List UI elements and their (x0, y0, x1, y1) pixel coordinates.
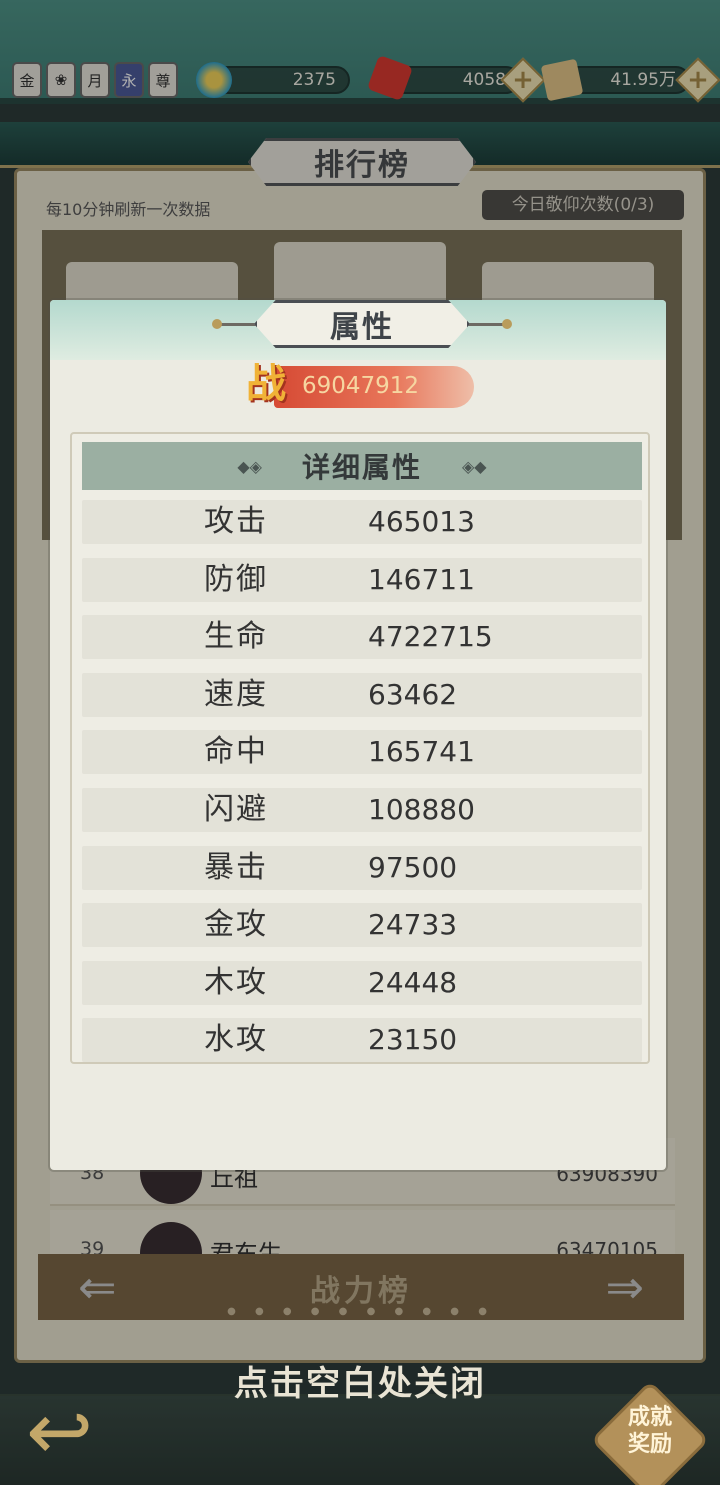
attribute-row: 命中 165741 (82, 730, 642, 775)
attribute-list[interactable]: 攻击 465013 防御 146711 生命 4722715 速度 63462 命中 16… (82, 500, 642, 1076)
achievement-label: 成就奖励 (627, 1405, 672, 1457)
attribute-name: 水攻 (204, 1022, 268, 1058)
attribute-value: 165741 (368, 735, 475, 769)
attribute-name: 暴击 (204, 849, 268, 885)
attribute-row: 速度 63462 (82, 672, 642, 717)
attribute-name: 生命 (204, 619, 268, 655)
detail-title: 详细属性 (301, 451, 422, 484)
attribute-name: 速度 (204, 676, 268, 712)
title-knob-icon (502, 319, 512, 329)
attribute-name: 攻击 (204, 504, 268, 539)
attribute-name: 金攻 (204, 907, 268, 943)
title-knob-icon (212, 319, 222, 329)
attribute-row: 木攻 24448 (82, 960, 642, 1005)
diamond-deco-icon: ◆◈ (237, 456, 262, 476)
attribute-value: 24733 (368, 908, 458, 942)
modal-title: 属性 (254, 300, 470, 348)
combat-power: 战 69047912 (246, 354, 496, 414)
attribute-value: 4722715 (368, 620, 493, 654)
close-hint[interactable]: 点击空白处关闭 (0, 1356, 720, 1405)
attribute-row: 防御 146711 (82, 557, 642, 602)
attribute-name: 闪避 (204, 791, 268, 827)
attribute-value: 146711 (368, 562, 475, 596)
attribute-row: 攻击 465013 (82, 500, 642, 544)
attribute-name: 木攻 (204, 964, 268, 1000)
attribute-value: 97500 (368, 850, 458, 884)
attribute-value: 465013 (368, 505, 475, 538)
attribute-row: 金攻 24733 (82, 903, 642, 948)
attribute-value: 23150 (368, 1023, 458, 1057)
title-divider (464, 323, 504, 326)
detail-header: ◆◈ 详细属性 ◈◆ (82, 442, 642, 490)
attribute-row: 暴击 97500 (82, 845, 642, 890)
attribute-modal: 属性 战 69047912 ◆◈ 详细属性 ◈◆ 攻击 465013 防御 1467… (50, 300, 666, 1170)
detail-attributes-box: ◆◈ 详细属性 ◈◆ 攻击 465013 防御 146711 生命 4722715 速… (70, 432, 650, 1064)
attribute-name: 防御 (204, 561, 268, 597)
diamond-deco-icon: ◈◆ (462, 456, 487, 476)
attribute-row: 水攻 23150 (82, 1018, 642, 1063)
attribute-name: 命中 (204, 734, 268, 770)
power-value: 69047912 (302, 373, 420, 399)
attribute-row: 生命 4722715 (82, 615, 642, 660)
attribute-value: 63462 (368, 677, 458, 711)
back-arrow-icon[interactable]: ↩ (26, 1392, 93, 1472)
power-label: 战 (246, 361, 286, 407)
title-divider (220, 323, 260, 326)
attribute-value: 108880 (368, 792, 475, 826)
attribute-value: 24448 (368, 965, 458, 999)
attribute-row: 闪避 108880 (82, 787, 642, 832)
